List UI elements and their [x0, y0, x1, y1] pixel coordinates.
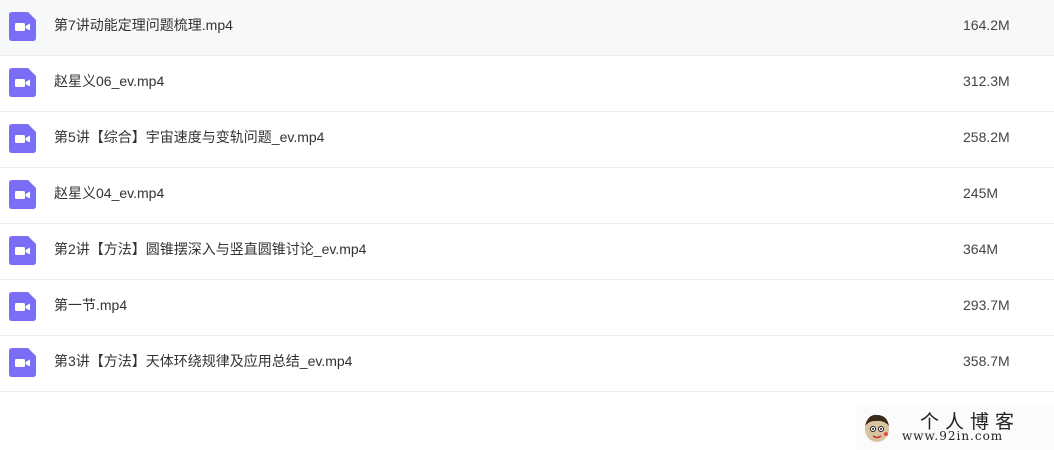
file-size: 312.3M: [963, 73, 1010, 89]
file-size: 358.7M: [963, 353, 1010, 369]
file-size: 245M: [963, 185, 999, 201]
file-name[interactable]: 第3讲【方法】天体环绕规律及应用总结_ev.mp4: [54, 336, 352, 392]
video-file-icon: [9, 180, 36, 209]
video-file-icon: [9, 292, 36, 321]
video-file-icon: [9, 348, 36, 377]
file-name[interactable]: 赵星义06_ev.mp4: [54, 56, 164, 112]
file-name[interactable]: 赵星义04_ev.mp4: [54, 168, 164, 224]
video-file-icon: [9, 236, 36, 265]
avatar-logo-icon: [865, 414, 889, 442]
file-row[interactable]: 第一节.mp4 293.7M: [0, 280, 1054, 336]
file-row[interactable]: 赵星义04_ev.mp4 245M: [0, 168, 1054, 224]
watermark: 个人博客 www.92in.com: [856, 404, 1054, 450]
file-row[interactable]: 第2讲【方法】圆锥摆深入与竖直圆锥讨论_ev.mp4 364M: [0, 224, 1054, 280]
file-name[interactable]: 第2讲【方法】圆锥摆深入与竖直圆锥讨论_ev.mp4: [54, 224, 366, 280]
file-size: 164.2M: [963, 17, 1010, 33]
file-row[interactable]: 第7讲动能定理问题梳理.mp4 164.2M: [0, 0, 1054, 56]
file-row[interactable]: 第5讲【综合】宇宙速度与变轨问题_ev.mp4 258.2M: [0, 112, 1054, 168]
watermark-url: www.92in.com: [902, 429, 1004, 443]
file-size: 258.2M: [963, 129, 1010, 145]
video-file-icon: [9, 68, 36, 97]
file-name[interactable]: 第一节.mp4: [54, 280, 127, 336]
file-list: 第7讲动能定理问题梳理.mp4 164.2M 赵星义06_ev.mp4 312.…: [0, 0, 1054, 392]
file-row[interactable]: 赵星义06_ev.mp4 312.3M: [0, 56, 1054, 112]
video-file-icon: [9, 124, 36, 153]
file-name[interactable]: 第7讲动能定理问题梳理.mp4: [54, 0, 233, 56]
video-file-icon: [9, 12, 36, 41]
file-row[interactable]: 第3讲【方法】天体环绕规律及应用总结_ev.mp4 358.7M: [0, 336, 1054, 392]
file-name[interactable]: 第5讲【综合】宇宙速度与变轨问题_ev.mp4: [54, 112, 324, 168]
file-size: 293.7M: [963, 297, 1010, 313]
file-size: 364M: [963, 241, 999, 257]
